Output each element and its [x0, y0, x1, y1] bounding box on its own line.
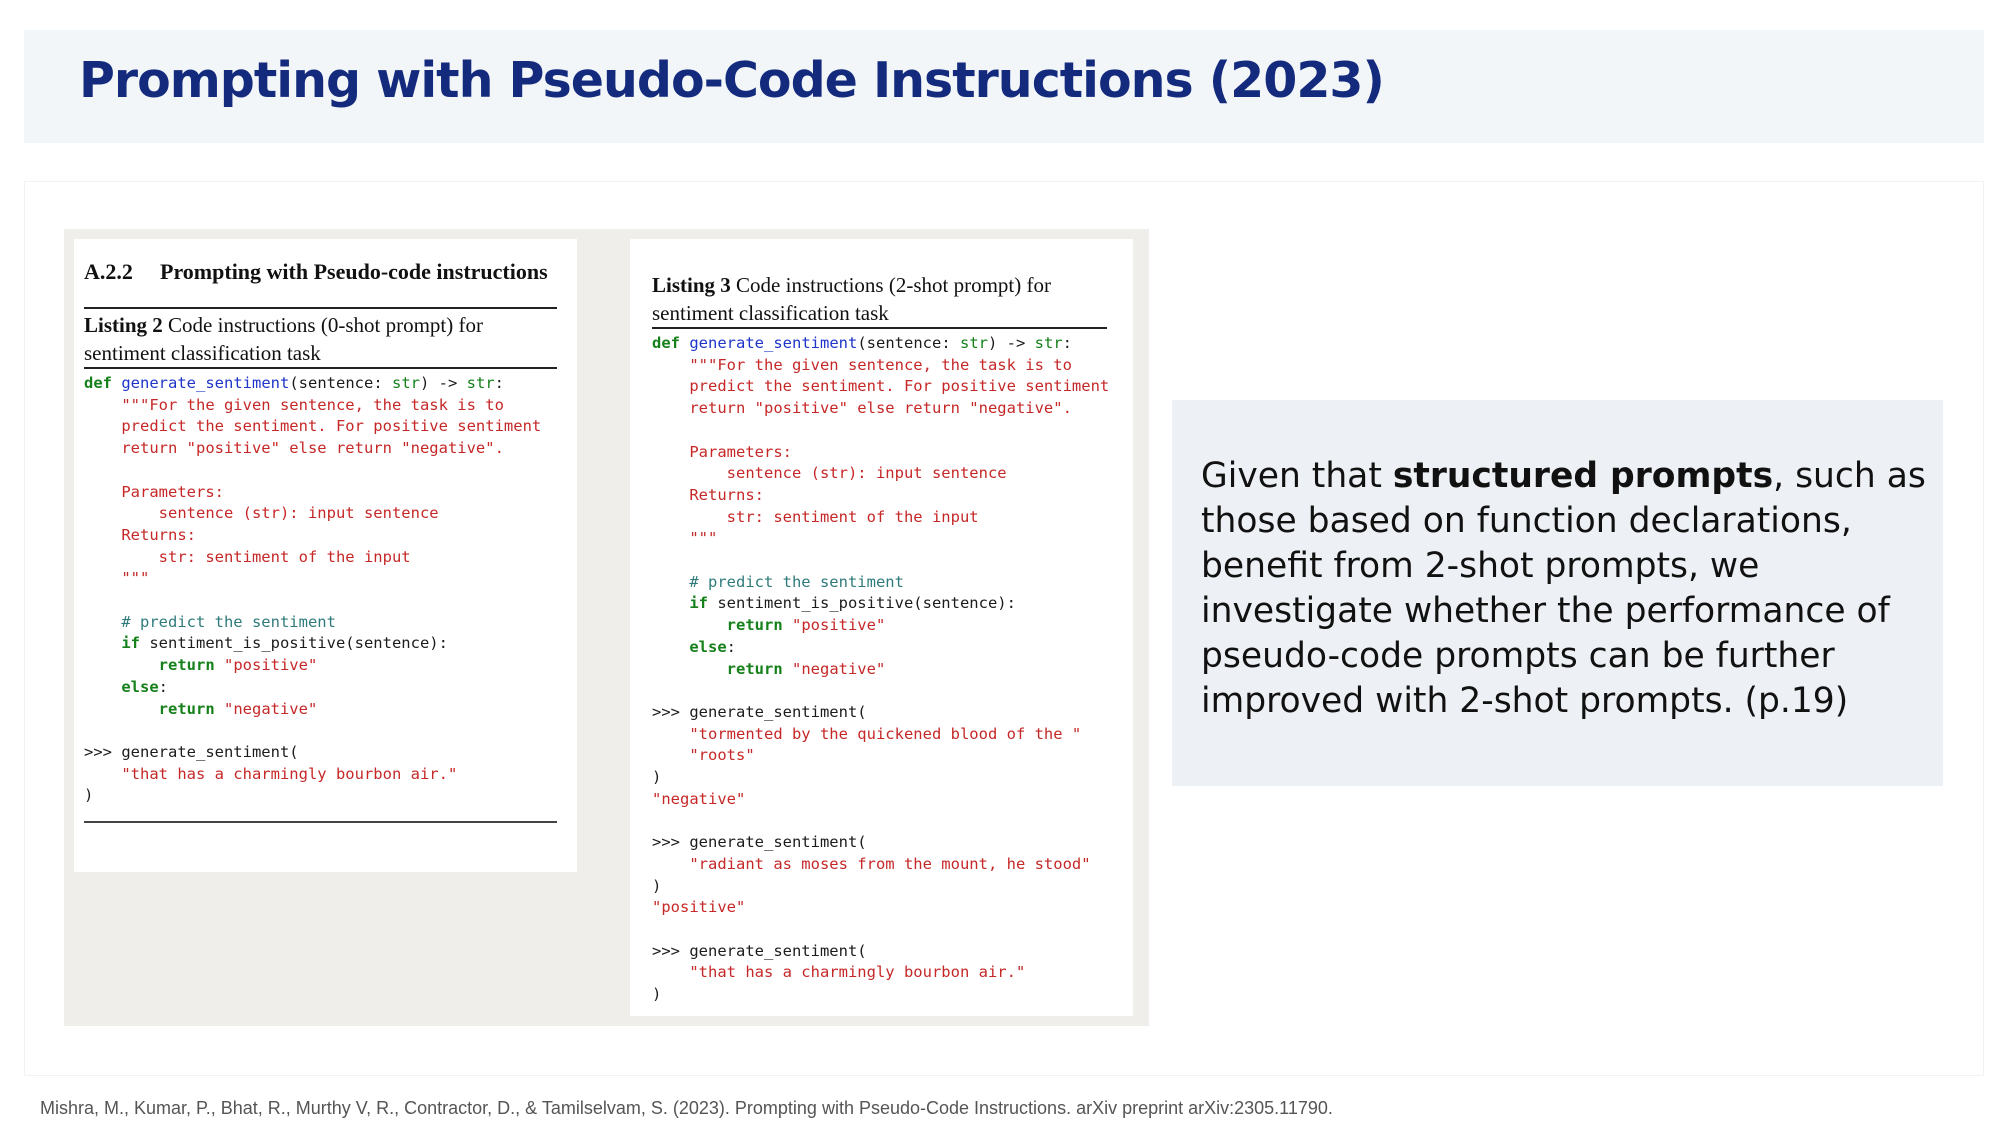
code-line: "negative"	[652, 789, 746, 808]
code-token: def	[652, 334, 680, 352]
section-heading: A.2.2 Prompting with Pseudo-code instruc…	[84, 257, 557, 287]
code-token: return	[726, 616, 783, 635]
code-token: "positive"	[214, 656, 318, 675]
listing-3-caption: Listing 3 Code instructions (2-shot prom…	[652, 269, 1107, 329]
code-line: "positive"	[652, 898, 746, 917]
code-line: "radiant as moses from the mount, he sto…	[689, 854, 1091, 873]
code-line: Returns:	[689, 485, 764, 504]
callout-emphasis: structured prompts	[1392, 456, 1774, 496]
code-token: else	[121, 677, 159, 696]
code-line: str: sentiment of the input	[726, 507, 979, 526]
code-line: "that has a charmingly bourbon air."	[689, 963, 1026, 982]
code-line: >>> generate_sentiment(	[652, 702, 867, 721]
code-line: )	[652, 876, 662, 895]
code-line: """For the given sentence, the task is t…	[121, 395, 504, 414]
code-token: (sentence:	[289, 374, 392, 392]
code-token: :	[158, 677, 168, 696]
code-token: ) ->	[987, 334, 1035, 352]
code-line: )	[652, 985, 662, 1004]
code-line: "roots"	[689, 746, 755, 765]
code-line: )	[652, 768, 662, 787]
title-bar: Prompting with Pseudo-Code Instructions …	[24, 30, 1984, 143]
listing-caption-line2: sentiment classification task	[652, 301, 889, 325]
code-line: sentence (str): input sentence	[726, 464, 1007, 483]
code-token: :	[1062, 334, 1072, 352]
code-line: """For the given sentence, the task is t…	[689, 355, 1072, 374]
code-token: def	[84, 374, 112, 392]
code-token: if	[689, 594, 708, 613]
code-token: generate_sentiment	[689, 334, 858, 352]
listing-caption-line2: sentiment classification task	[84, 341, 321, 365]
code-line: """	[689, 529, 718, 548]
code-token: ) ->	[419, 374, 467, 392]
code-token: return	[158, 656, 215, 675]
code-token: :	[494, 374, 504, 392]
code-token: str	[391, 374, 420, 392]
code-line: "tormented by the quickened blood of the…	[689, 724, 1082, 743]
code-line: """	[121, 569, 150, 588]
listing-end-rule	[84, 821, 557, 824]
code-line: predict the sentiment. For positive sent…	[121, 417, 542, 436]
code-token: else	[689, 637, 727, 656]
code-line: Returns:	[121, 525, 196, 544]
section-number: A.2.2	[84, 259, 133, 284]
paper-excerpt-figure: A.2.2 Prompting with Pseudo-code instruc…	[64, 229, 1149, 1026]
code-token: return	[158, 699, 215, 718]
listing-2-code: def generate_sentiment(sentence: str) ->…	[84, 373, 557, 807]
listing-3-panel: Listing 3 Code instructions (2-shot prom…	[630, 239, 1133, 1016]
code-line: sentence (str): input sentence	[158, 504, 439, 523]
listing-2-panel: A.2.2 Prompting with Pseudo-code instruc…	[74, 239, 577, 872]
listing-caption-line1: Code instructions (0-shot prompt) for	[168, 313, 483, 337]
code-token: return	[726, 659, 783, 678]
callout-text: Given that structured prompts, such as t…	[1201, 454, 1931, 724]
code-comment: # predict the sentiment	[121, 612, 336, 631]
code-token: "negative"	[782, 659, 886, 678]
listing-label: Listing 3	[652, 273, 731, 297]
citation: Mishra, M., Kumar, P., Bhat, R., Murthy …	[40, 1098, 1333, 1118]
code-token: "positive"	[782, 616, 886, 635]
code-line: str: sentiment of the input	[158, 547, 411, 566]
slide-title: Prompting with Pseudo-Code Instructions …	[79, 52, 1385, 109]
listing-label: Listing 2	[84, 313, 163, 337]
code-token: str	[466, 374, 495, 392]
code-line: "that has a charmingly bourbon air."	[121, 764, 458, 783]
code-line: return "positive" else return "negative"…	[689, 399, 1072, 418]
code-token: str	[1034, 334, 1063, 352]
code-line: >>> generate_sentiment(	[652, 941, 867, 960]
code-token: "negative"	[214, 699, 318, 718]
callout-text-pre: Given that	[1201, 456, 1393, 496]
code-token: if	[121, 634, 140, 653]
code-line: Parameters:	[121, 482, 224, 501]
code-token: str	[959, 334, 988, 352]
code-token: (sentence:	[857, 334, 960, 352]
callout-box: Given that structured prompts, such as t…	[1172, 400, 1943, 786]
listing-2-caption: Listing 2 Code instructions (0-shot prom…	[84, 307, 557, 369]
code-token: sentiment_is_positive(sentence):	[140, 634, 448, 653]
code-token: sentiment_is_positive(sentence):	[708, 594, 1016, 613]
section-title: Prompting with Pseudo-code instructions	[160, 259, 548, 284]
listing-caption-line1: Code instructions (2-shot prompt) for	[736, 273, 1051, 297]
code-line: predict the sentiment. For positive sent…	[689, 377, 1110, 396]
code-line: Parameters:	[689, 442, 792, 461]
code-line: return "positive" else return "negative"…	[121, 439, 504, 458]
code-line: >>> generate_sentiment(	[652, 833, 867, 852]
code-line: >>> generate_sentiment(	[84, 742, 299, 761]
code-comment: # predict the sentiment	[689, 572, 904, 591]
code-line: )	[84, 786, 94, 805]
code-token: :	[726, 637, 736, 656]
code-token: generate_sentiment	[121, 374, 290, 392]
listing-3-code: def generate_sentiment(sentence: str) ->…	[652, 333, 1110, 1006]
